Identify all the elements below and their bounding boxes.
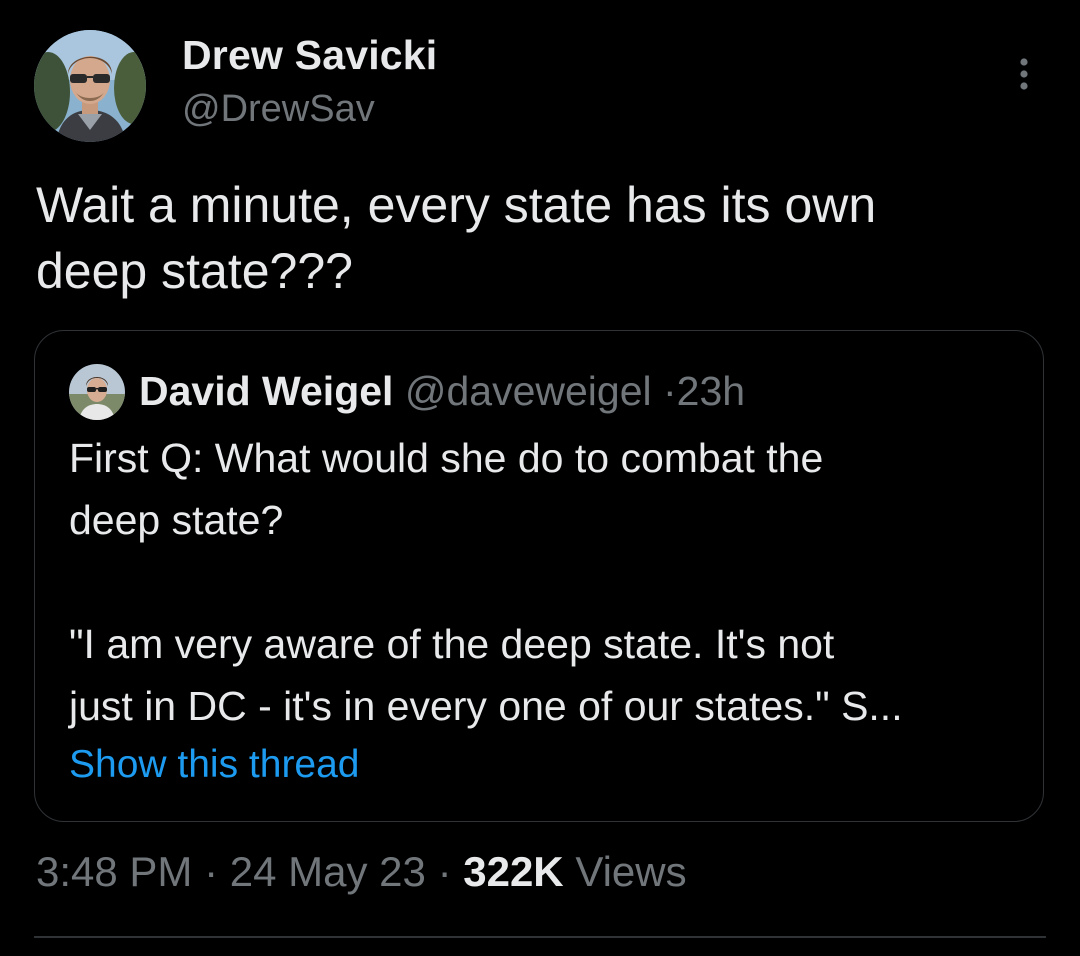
- tweet-time[interactable]: 3:48 PM: [36, 848, 192, 895]
- author-name[interactable]: Drew Savicki: [182, 32, 437, 79]
- quoted-text-line: First Q: What would she do to combat the: [69, 435, 824, 481]
- tweet-date[interactable]: 24 May 23: [230, 848, 426, 895]
- tweet-text: Wait a minute, every state has its own d…: [36, 172, 1046, 304]
- tweet-text-line: deep state???: [36, 243, 353, 299]
- views-count[interactable]: 322K: [463, 848, 563, 895]
- quoted-text-line: "I am very aware of the deep state. It's…: [69, 621, 835, 667]
- quoted-separator: ·: [663, 368, 677, 414]
- quoted-author-name[interactable]: David Weigel: [139, 368, 393, 414]
- show-thread-link[interactable]: Show this thread: [69, 743, 360, 787]
- author-avatar[interactable]: [34, 30, 146, 142]
- quoted-text-line: deep state?: [69, 497, 284, 543]
- tweet: Drew Savicki @DrewSav Wait a minute, eve…: [0, 0, 1080, 956]
- quoted-text-line: just in DC - it's in every one of our st…: [69, 683, 903, 729]
- views-label[interactable]: Views: [575, 848, 686, 895]
- tweet-text-line: Wait a minute, every state has its own: [36, 177, 877, 233]
- quoted-author-avatar-image: [69, 364, 125, 420]
- quoted-tweet-header: David Weigel @daveweigel ·23h: [139, 365, 745, 417]
- tweet-metadata: 3:48 PM · 24 May 23 · 322K Views: [36, 848, 687, 896]
- more-options-button[interactable]: [1004, 54, 1044, 94]
- quoted-author-handle[interactable]: @daveweigel: [405, 368, 652, 414]
- meta-separator: ·: [204, 848, 219, 895]
- author-avatar-image: [34, 30, 146, 142]
- more-vertical-icon: [1020, 58, 1028, 90]
- quoted-timestamp[interactable]: 23h: [677, 368, 745, 414]
- quoted-author-avatar[interactable]: [69, 364, 125, 420]
- quoted-tweet-card[interactable]: David Weigel @daveweigel ·23h First Q: W…: [34, 330, 1044, 822]
- divider: [34, 936, 1046, 938]
- quoted-tweet-text: First Q: What would she do to combat the…: [69, 427, 1029, 737]
- meta-separator: ·: [437, 848, 452, 895]
- author-handle[interactable]: @DrewSav: [182, 88, 375, 131]
